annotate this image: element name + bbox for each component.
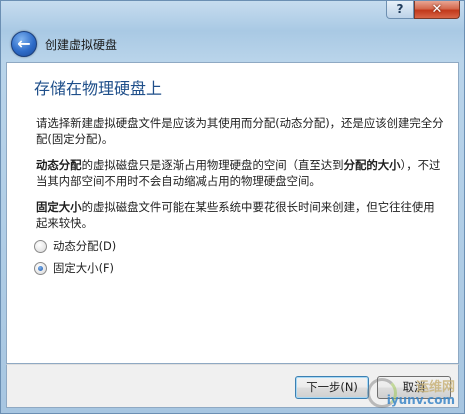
- radio-dynamic[interactable]: 动态分配(D): [34, 238, 116, 254]
- back-arrow-icon: ←: [17, 34, 31, 53]
- description-paragraph: 请选择新建虚拟硬盘文件是应该为其使用而分配(动态分配)，还是应该创建完全分配(固…: [36, 116, 444, 146]
- help-button[interactable]: ?: [386, 1, 414, 19]
- close-icon: ✕: [431, 2, 443, 17]
- next-button[interactable]: 下一步(N): [295, 376, 369, 399]
- close-button[interactable]: ✕: [414, 1, 460, 19]
- back-button[interactable]: ←: [11, 31, 37, 57]
- radio-fixed-label[interactable]: 固定大小(F): [53, 260, 114, 276]
- radio-dynamic-label[interactable]: 动态分配(D): [53, 238, 116, 254]
- radio-fixed-circle[interactable]: [34, 261, 47, 275]
- page-heading: 存储在物理硬盘上: [34, 79, 163, 98]
- allocated-size-term: 分配的大小: [343, 158, 401, 172]
- fixed-text: 的虚拟磁盘文件可能在某些系统中要花很长时间来创建，但它往往使用起来较快。: [36, 200, 435, 230]
- radio-fixed[interactable]: 固定大小(F): [34, 260, 114, 276]
- wizard-page: 存储在物理硬盘上 请选择新建虚拟硬盘文件是应该为其使用而分配(动态分配)，还是应…: [6, 62, 459, 364]
- fixed-description: 固定大小的虚拟磁盘文件可能在某些系统中要花很长时间来创建，但它往往使用起来较快。: [36, 199, 444, 231]
- wizard-footer: 下一步(N) 取消: [6, 364, 459, 408]
- radio-dynamic-circle[interactable]: [34, 239, 47, 253]
- title-bar: ? ✕: [1, 1, 465, 25]
- dynamic-term: 动态分配: [36, 158, 82, 172]
- dynamic-description: 动态分配的虚拟磁盘只是逐渐占用物理硬盘的空间（直至达到分配的大小），不过当其内部…: [36, 157, 444, 189]
- fixed-term: 固定大小: [36, 200, 82, 214]
- wizard-title: 创建虚拟硬盘: [45, 38, 118, 52]
- wizard-header: ← 创建虚拟硬盘: [7, 27, 460, 61]
- help-icon: ?: [396, 2, 404, 16]
- dynamic-text-1: 的虚拟磁盘只是逐渐占用物理硬盘的空间（直至达到: [81, 158, 344, 172]
- cancel-button[interactable]: 取消: [377, 376, 451, 399]
